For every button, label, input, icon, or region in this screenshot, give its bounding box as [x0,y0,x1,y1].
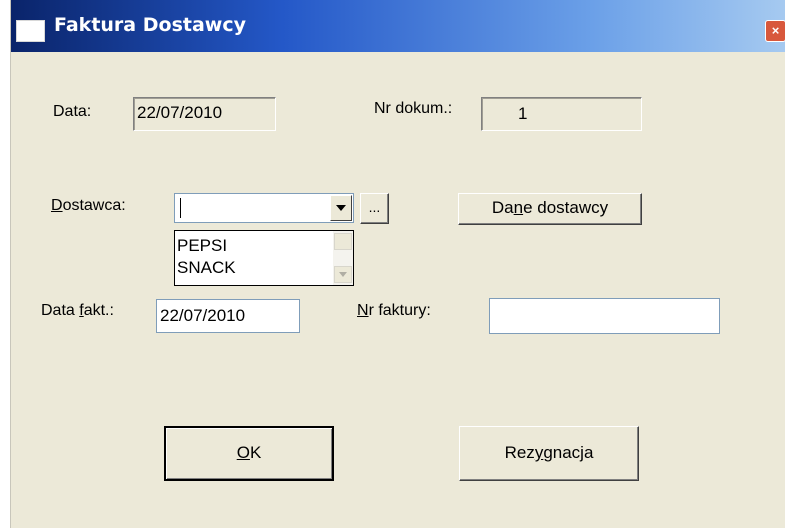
scroll-down-icon[interactable] [334,266,352,283]
nr-faktury-input[interactable] [489,298,720,334]
browse-button[interactable]: ... [360,193,389,224]
scrollbar[interactable] [333,231,353,285]
dostawca-combobox[interactable] [174,193,354,223]
nr-faktury-label: Nr faktury: [357,302,431,319]
data-fakt-value: 22/07/2010 [160,306,246,325]
text-caret [180,198,181,218]
data-fakt-input[interactable]: 22/07/2010 [156,299,300,333]
nr-dokum-label: Nr dokum.: [374,100,453,117]
window-icon [16,20,45,42]
title-bar[interactable]: Faktura Dostawcy × [11,0,785,52]
ok-button[interactable]: OK [164,426,334,481]
list-item[interactable]: PEPSI [177,236,227,256]
dostawca-label: Dostawca: [51,197,126,214]
chevron-down-icon[interactable] [330,195,352,221]
dane-dostawcy-button[interactable]: Dane dostawcy [458,193,642,225]
data-value: 22/07/2010 [137,103,223,122]
dialog-window: Faktura Dostawcy × Data: 22/07/2010 Nr d… [10,0,785,528]
nr-dokum-value: 1 [518,104,528,123]
data-label: Data: [53,103,92,120]
close-icon[interactable]: × [765,20,785,42]
nr-dokum-field: 1 [481,97,642,131]
window-title: Faktura Dostawcy [54,14,246,36]
dostawca-dropdown-list[interactable]: PEPSI SNACK [174,230,354,286]
scroll-up-icon[interactable] [334,233,352,250]
data-fakt-label: Data fakt.: [41,302,114,319]
data-field: 22/07/2010 [133,97,276,131]
list-item[interactable]: SNACK [177,258,236,278]
cancel-button[interactable]: Rezygnacja [459,426,639,481]
